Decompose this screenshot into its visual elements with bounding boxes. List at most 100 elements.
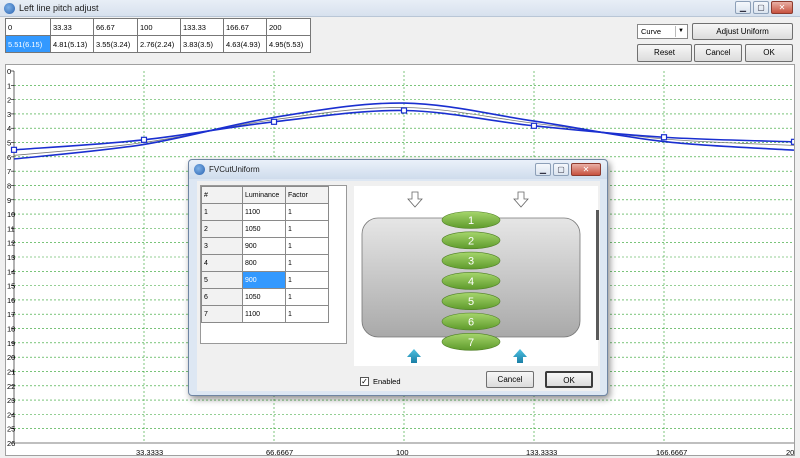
y-tick-label: 0: [7, 67, 11, 76]
factor-cell[interactable]: 1: [285, 254, 329, 272]
zone-pill-label: 2: [468, 235, 474, 247]
table-row[interactable]: 3 900 1: [201, 237, 329, 255]
value-cell[interactable]: 2.76(2.24): [137, 35, 181, 53]
value-cell[interactable]: 4.81(5.13): [50, 35, 94, 53]
row-index: 1: [201, 203, 243, 221]
dialog-minimize-button[interactable]: ▁: [535, 163, 551, 176]
value-cell[interactable]: 4.63(4.93): [223, 35, 267, 53]
maximize-button[interactable]: ▢: [753, 1, 769, 14]
dialog-cancel-button[interactable]: Cancel: [486, 371, 534, 388]
data-point: [660, 134, 668, 141]
enabled-checkbox[interactable]: ✓: [360, 377, 369, 386]
minimize-button[interactable]: ▁: [735, 1, 751, 14]
panel-diagram-svg: 1 2 3 4 5 6 7: [361, 191, 581, 363]
pitch-value-table[interactable]: 0 33.33 66.67 100 133.33 166.67 200 5.51…: [5, 18, 311, 53]
luminance-cell[interactable]: 900: [242, 237, 286, 255]
x-tick-label: 166.6667: [656, 448, 687, 456]
close-button[interactable]: ✕: [771, 1, 793, 14]
luminance-cell[interactable]: 800: [242, 254, 286, 272]
header-cell: 0: [5, 18, 51, 36]
value-cell[interactable]: 3.55(3.24): [93, 35, 138, 53]
column-header: Factor: [285, 186, 329, 204]
up-arrow-icon: [513, 349, 527, 363]
value-cell[interactable]: 3.83(3.5): [180, 35, 224, 53]
app-icon: [194, 164, 205, 175]
up-arrow-icon: [407, 349, 421, 363]
zone-pill-label: 7: [468, 337, 474, 349]
y-tick-label: 7: [7, 167, 11, 176]
x-tick-label: 100: [396, 448, 409, 456]
zone-pill-label: 6: [468, 317, 474, 329]
dialog-ok-button[interactable]: OK: [545, 371, 593, 388]
factor-cell[interactable]: 1: [285, 305, 329, 323]
value-cell[interactable]: 5.51(6.15): [5, 35, 51, 53]
table-row[interactable]: 7 1100 1: [201, 305, 329, 323]
table-row[interactable]: 6 1050 1: [201, 288, 329, 306]
dialog-close-button[interactable]: ✕: [571, 163, 601, 176]
factor-cell[interactable]: 1: [285, 220, 329, 238]
adjust-uniform-button[interactable]: Adjust Uniform: [692, 23, 793, 40]
fvcut-uniform-dialog: FVCutUniform ▁ ▢ ✕ # Luminance Factor 1 …: [188, 159, 608, 396]
dialog-body: # Luminance Factor 1 1100 1 2 1050 1 3 9…: [197, 181, 600, 391]
x-tick-label: 66.6667: [266, 448, 293, 456]
x-tick-label: 133.3333: [526, 448, 557, 456]
factor-cell[interactable]: 1: [285, 203, 329, 221]
data-point: [400, 107, 408, 114]
row-index: 5: [201, 271, 243, 289]
header-cell: 33.33: [50, 18, 94, 36]
data-point: [140, 136, 148, 143]
y-tick-label: 9: [7, 196, 11, 205]
header-cell: 200: [266, 18, 311, 36]
header-cell: 133.33: [180, 18, 224, 36]
reset-button[interactable]: Reset: [637, 44, 692, 62]
header-cell: 100: [137, 18, 181, 36]
zone-pill-label: 1: [468, 215, 474, 227]
cancel-button[interactable]: Cancel: [694, 44, 742, 62]
luminance-cell[interactable]: 1100: [242, 203, 286, 221]
x-tick-label: 33.3333: [136, 448, 163, 456]
y-tick-label: 2: [7, 96, 11, 105]
table-row[interactable]: 4 800 1: [201, 254, 329, 272]
y-tick-label: 5: [7, 139, 11, 148]
column-header: Luminance: [242, 186, 286, 204]
table-row[interactable]: 5 900 1: [201, 271, 329, 289]
mode-select[interactable]: Curve ▼: [637, 24, 688, 39]
down-arrow-icon: [407, 191, 423, 208]
window-title: Left line pitch adjust: [19, 3, 99, 13]
luminance-cell[interactable]: 1100: [242, 305, 286, 323]
y-tick-label: 6: [7, 153, 11, 162]
factor-cell[interactable]: 1: [285, 271, 329, 289]
table-row[interactable]: 2 1050 1: [201, 220, 329, 238]
y-tick-label: 1: [7, 81, 11, 90]
data-point: [10, 146, 18, 153]
row-index: 6: [201, 288, 243, 306]
factor-cell[interactable]: 1: [285, 237, 329, 255]
panel-diagram: 1 2 3 4 5 6 7: [354, 186, 598, 366]
dialog-maximize-button[interactable]: ▢: [553, 163, 569, 176]
row-index: 7: [201, 305, 243, 323]
luminance-cell[interactable]: 900: [242, 271, 286, 289]
luminance-cell[interactable]: 1050: [242, 220, 286, 238]
mode-select-value: Curve: [641, 27, 662, 36]
table-header-row: 0 33.33 66.67 100 133.33 166.67 200: [5, 18, 311, 36]
y-tick-label: 11: [7, 224, 15, 233]
luminance-cell[interactable]: 1050: [242, 288, 286, 306]
value-cell[interactable]: 4.95(5.53): [266, 35, 311, 53]
x-tick-label: 20: [786, 448, 794, 456]
table-row[interactable]: 1 1100 1: [201, 203, 329, 221]
ok-button[interactable]: OK: [745, 44, 793, 62]
zone-pill-label: 5: [468, 296, 474, 308]
factor-cell[interactable]: 1: [285, 288, 329, 306]
down-arrow-icon: [513, 191, 529, 208]
chevron-down-icon[interactable]: ▼: [675, 26, 686, 37]
y-tick-label: 3: [7, 110, 11, 119]
header-cell: 66.67: [93, 18, 138, 36]
app-icon: [4, 3, 15, 14]
dialog-scrollbar[interactable]: [596, 210, 599, 340]
row-index: 4: [201, 254, 243, 272]
enabled-label: Enabled: [373, 377, 401, 386]
row-index: 2: [201, 220, 243, 238]
zone-pill-label: 3: [468, 256, 474, 268]
row-index: 3: [201, 237, 243, 255]
luminance-grid[interactable]: # Luminance Factor 1 1100 1 2 1050 1 3 9…: [200, 185, 347, 344]
